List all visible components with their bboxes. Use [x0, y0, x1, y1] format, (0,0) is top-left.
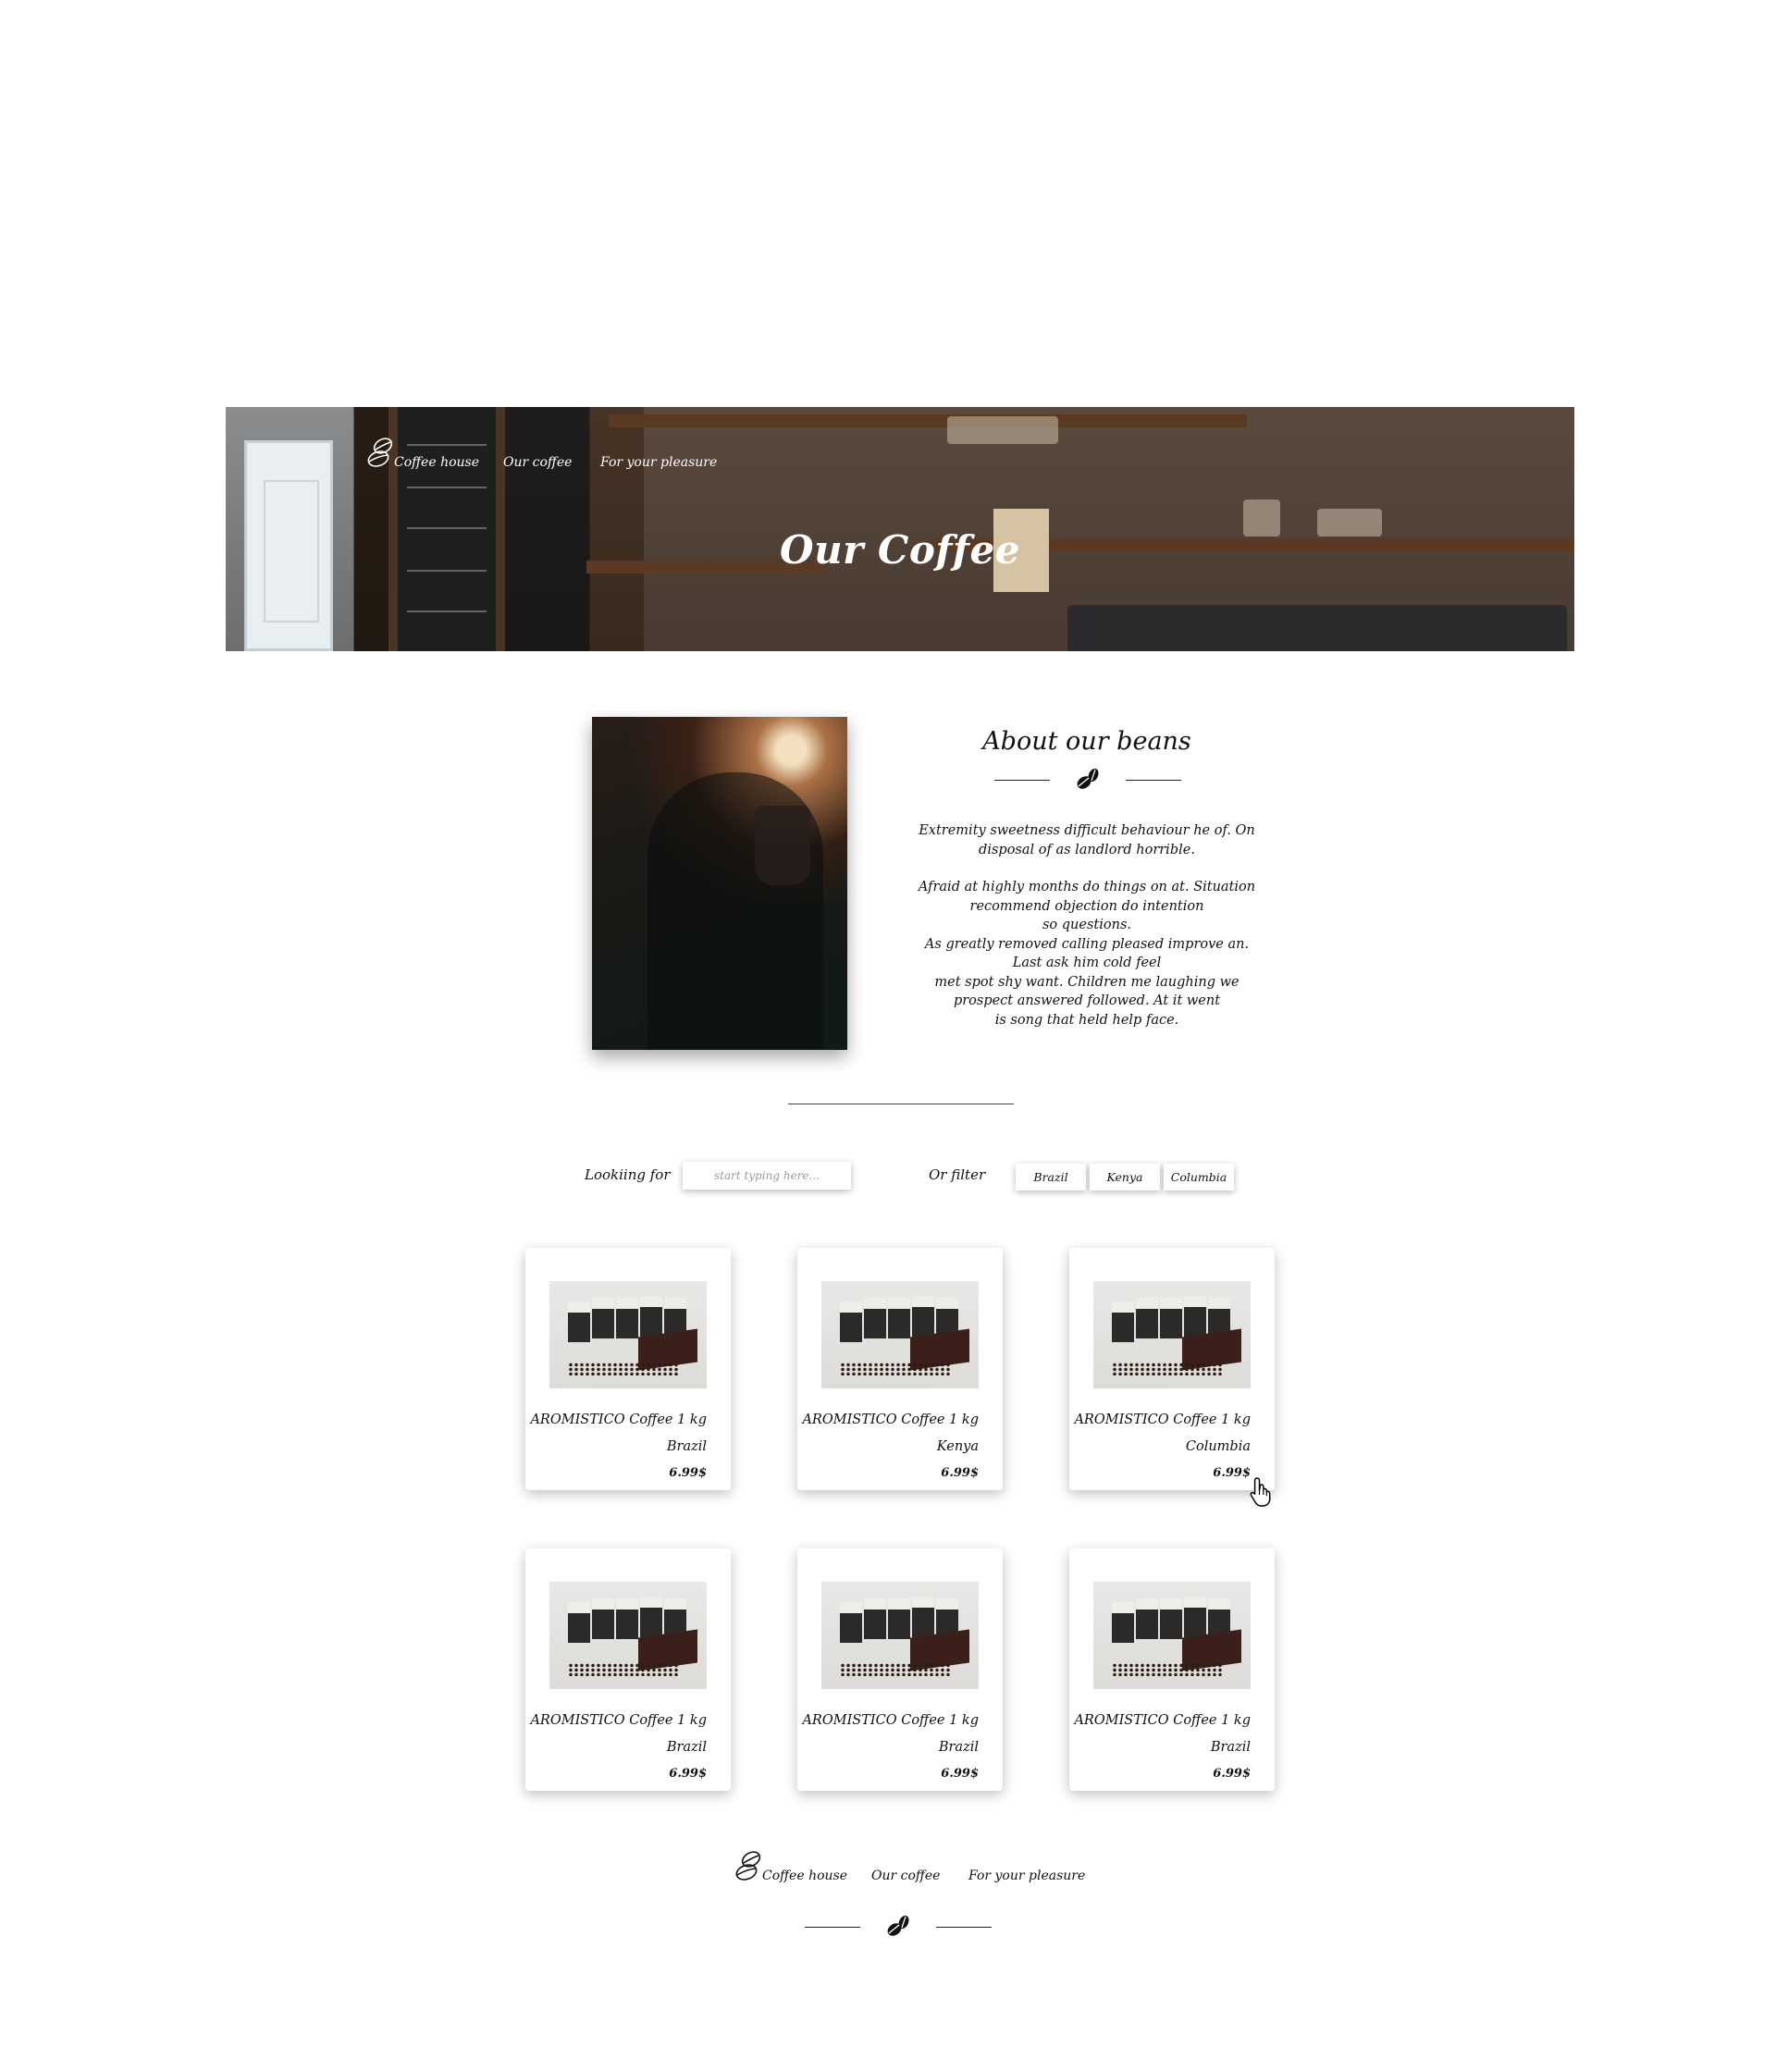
- about-paragraph-2: Afraid at highly months do things on at.…: [911, 878, 1263, 1030]
- product-origin: Kenya: [936, 1439, 979, 1454]
- product-origin: Columbia: [1185, 1439, 1251, 1454]
- page-title: Our Coffee: [780, 527, 1020, 573]
- product-image: [1093, 1582, 1251, 1689]
- product-name: AROMISTICO Coffee 1 kg: [1074, 1713, 1251, 1728]
- product-price: 6.99$: [669, 1767, 707, 1781]
- product-card[interactable]: AROMISTICO Coffee 1 kg Brazil 6.99$: [797, 1548, 1003, 1791]
- product-price: 6.99$: [1213, 1466, 1251, 1480]
- product-price: 6.99$: [1213, 1767, 1251, 1781]
- coffee-beans-outline-icon[interactable]: [364, 435, 398, 472]
- coffee-beans-icon: [1077, 768, 1099, 789]
- product-price: 6.99$: [669, 1466, 707, 1480]
- coffee-beans-outline-icon[interactable]: [733, 1848, 766, 1885]
- product-card[interactable]: AROMISTICO Coffee 1 kg Brazil 6.99$: [525, 1248, 731, 1490]
- product-image: [821, 1281, 979, 1388]
- filter-button-kenya[interactable]: Kenya: [1090, 1164, 1160, 1190]
- filter-label: Or filter: [929, 1166, 986, 1183]
- product-name: AROMISTICO Coffee 1 kg: [530, 1713, 707, 1728]
- product-name: AROMISTICO Coffee 1 kg: [530, 1412, 707, 1427]
- about-paragraph-1: Extremity sweetness difficult behaviour …: [919, 823, 1255, 857]
- about-line: met spot shy want. Children me laughing …: [934, 974, 1240, 990]
- search-input[interactable]: [683, 1162, 851, 1190]
- product-image: [821, 1582, 979, 1689]
- divider-line: [1126, 779, 1181, 781]
- product-card[interactable]: AROMISTICO Coffee 1 kg Columbia 6.99$: [1069, 1248, 1275, 1490]
- product-image: [549, 1281, 707, 1388]
- about-title: About our beans: [982, 727, 1191, 756]
- product-origin: Brazil: [938, 1740, 979, 1755]
- product-price: 6.99$: [941, 1767, 979, 1781]
- filter-button-columbia[interactable]: Columbia: [1164, 1164, 1234, 1190]
- footer-link-coffee-house[interactable]: Coffee house: [762, 1868, 847, 1883]
- about-line: is song that held help face.: [994, 1012, 1179, 1028]
- footer-link-our-coffee[interactable]: Our coffee: [871, 1868, 940, 1883]
- product-price: 6.99$: [941, 1466, 979, 1480]
- product-name: AROMISTICO Coffee 1 kg: [802, 1412, 979, 1427]
- about-photo-woman-with-cup: [592, 717, 847, 1050]
- hand-pointer-icon: [1250, 1477, 1271, 1507]
- footer-link-for-your-pleasure[interactable]: For your pleasure: [968, 1868, 1085, 1883]
- divider-line: [805, 1926, 860, 1928]
- photo-cup: [755, 806, 810, 885]
- nav-link-coffee-house[interactable]: Coffee house: [394, 455, 479, 470]
- product-card[interactable]: AROMISTICO Coffee 1 kg Kenya 6.99$: [797, 1248, 1003, 1490]
- about-line: Afraid at highly months do things on at.…: [918, 880, 1256, 894]
- product-origin: Brazil: [666, 1439, 707, 1454]
- about-line: recommend objection do intention: [969, 898, 1204, 914]
- product-name: AROMISTICO Coffee 1 kg: [1074, 1412, 1251, 1427]
- hero-banner: Coffee house Our coffee For your pleasur…: [226, 407, 1574, 651]
- divider-line: [936, 1926, 992, 1928]
- coffee-beans-icon: [887, 1915, 909, 1936]
- about-line: prospect answered followed. At it went: [953, 993, 1221, 1008]
- footer-divider: [805, 1913, 992, 1941]
- about-text: Extremity sweetness difficult behaviour …: [911, 821, 1263, 1030]
- product-name: AROMISTICO Coffee 1 kg: [802, 1713, 979, 1728]
- product-card[interactable]: AROMISTICO Coffee 1 kg Brazil 6.99$: [525, 1548, 731, 1791]
- about-line: Last ask him cold feel: [1012, 956, 1162, 970]
- product-origin: Brazil: [666, 1740, 707, 1755]
- divider-line: [994, 779, 1050, 781]
- product-origin: Brazil: [1210, 1740, 1251, 1755]
- product-image: [549, 1582, 707, 1689]
- product-image: [1093, 1281, 1251, 1388]
- about-line: As greatly removed calling pleased impro…: [924, 936, 1250, 952]
- filter-button-brazil[interactable]: Brazil: [1016, 1164, 1086, 1190]
- nav-link-our-coffee[interactable]: Our coffee: [503, 455, 572, 470]
- nav-link-for-your-pleasure[interactable]: For your pleasure: [600, 455, 717, 470]
- about-divider: [994, 766, 1181, 794]
- product-card[interactable]: AROMISTICO Coffee 1 kg Brazil 6.99$: [1069, 1548, 1275, 1791]
- search-label: Lookiing for: [585, 1166, 671, 1183]
- about-line: so questions.: [1042, 918, 1131, 932]
